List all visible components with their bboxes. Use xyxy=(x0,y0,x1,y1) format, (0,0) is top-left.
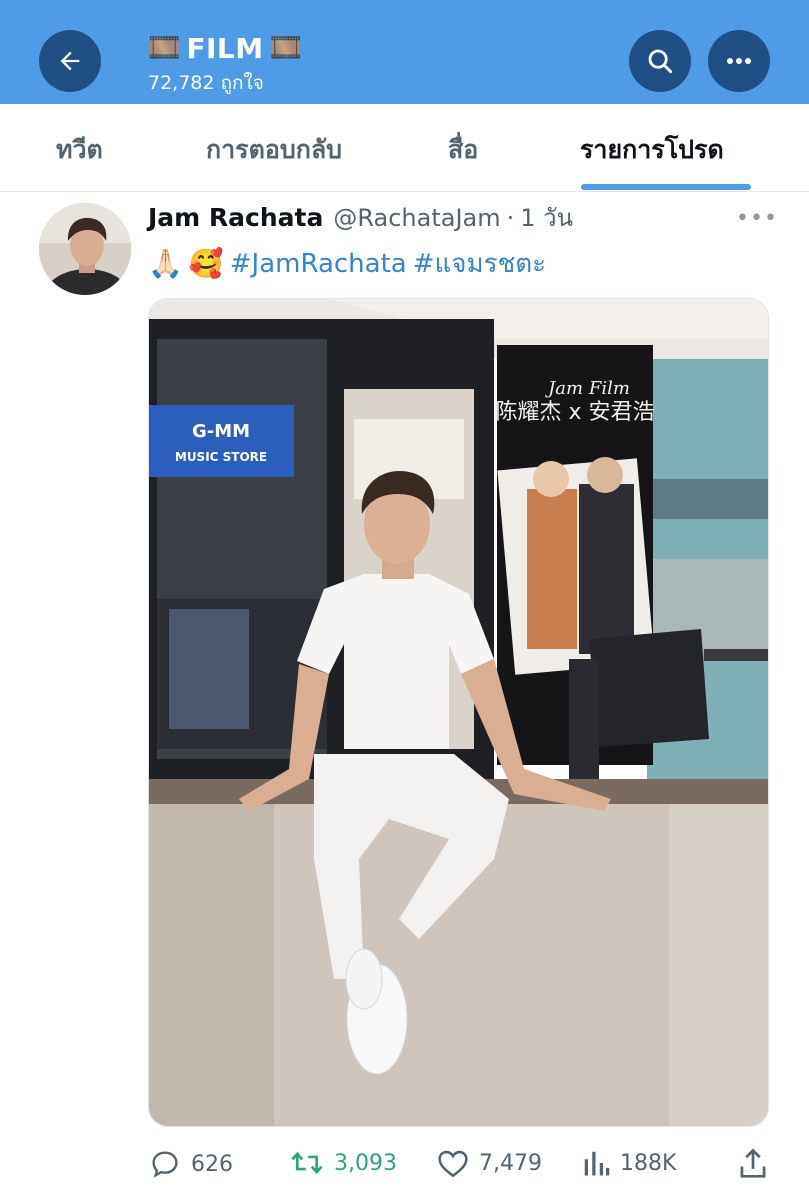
back-arrow-icon xyxy=(60,51,80,71)
view-count: 188K xyxy=(620,1150,677,1176)
heart-icon xyxy=(438,1150,468,1178)
avatar[interactable] xyxy=(39,203,131,295)
photo-scene: G-MM MUSIC STORE 陈耀杰 x 安君浩 Jam Film xyxy=(149,299,768,1126)
reply-icon xyxy=(152,1151,178,1178)
tweet-text: 🙏🏻 🥰 #JamRachata #แจมรชตะ xyxy=(148,243,546,284)
tab-replies[interactable]: การตอบกลับ xyxy=(206,130,342,170)
profile-header: 🎞️ FILM 🎞️ 72,782 ถูกใจ xyxy=(0,0,809,104)
poster-signature: Jam Film xyxy=(544,378,630,399)
tweet-photo[interactable]: G-MM MUSIC STORE 陈耀杰 x 安君浩 Jam Film xyxy=(148,298,769,1127)
share-button[interactable] xyxy=(738,1148,768,1180)
tab-media[interactable]: สื่อ xyxy=(448,130,478,170)
hashtag-link[interactable]: #JamRachata xyxy=(230,249,407,279)
retweet-count: 3,093 xyxy=(334,1150,397,1176)
poster-title: 陈耀杰 x 安君浩 xyxy=(495,400,654,425)
search-button[interactable] xyxy=(629,30,691,92)
back-button[interactable] xyxy=(39,30,101,92)
film-frames-icon: 🎞️ xyxy=(269,33,302,63)
store-sign-sub: MUSIC STORE xyxy=(175,450,267,464)
views-icon xyxy=(584,1151,610,1176)
tweet-author-row: Jam Rachata @RachataJam · 1 วัน xyxy=(148,198,573,237)
profile-tabs: ทวีต การตอบกลับ สื่อ รายการโปรด xyxy=(0,104,809,192)
more-options-button[interactable] xyxy=(708,30,770,92)
separator-dot: · xyxy=(506,204,515,232)
more-icon xyxy=(727,58,751,64)
hashtag-link[interactable]: #แจมรชตะ xyxy=(413,243,546,284)
author-name[interactable]: Jam Rachata xyxy=(148,203,323,232)
tweet-more-icon[interactable]: ••• xyxy=(736,206,778,231)
folded-hands-emoji: 🙏🏻 xyxy=(148,247,183,280)
tab-likes[interactable]: รายการโปรด xyxy=(580,130,724,170)
tweet-actions: 626 3,093 7,479 188K xyxy=(0,1140,809,1190)
film-frames-icon: 🎞️ xyxy=(148,33,181,63)
like-button[interactable]: 7,479 xyxy=(437,1148,542,1178)
search-icon xyxy=(648,49,673,74)
smiling-hearts-emoji: 🥰 xyxy=(188,247,224,280)
avatar-photo xyxy=(39,203,131,295)
active-tab-indicator xyxy=(581,184,751,190)
share-icon xyxy=(740,1148,766,1178)
author-handle[interactable]: @RachataJam xyxy=(333,204,500,232)
retweet-button[interactable]: 3,093 xyxy=(290,1148,397,1178)
header-title-block: 🎞️ FILM 🎞️ 72,782 ถูกใจ xyxy=(148,30,302,98)
tab-tweets[interactable]: ทวีต xyxy=(56,130,103,170)
like-count: 7,479 xyxy=(479,1150,542,1176)
page-title: FILM xyxy=(186,31,264,65)
retweet-icon xyxy=(291,1151,323,1175)
reply-count: 626 xyxy=(191,1151,233,1177)
views-button[interactable]: 188K xyxy=(582,1148,676,1178)
tweet-timestamp[interactable]: 1 วัน xyxy=(520,198,573,237)
store-sign-brand: G-MM xyxy=(192,421,250,442)
reply-button[interactable]: 626 xyxy=(149,1148,233,1180)
likes-count: 72,782 ถูกใจ xyxy=(148,72,264,94)
